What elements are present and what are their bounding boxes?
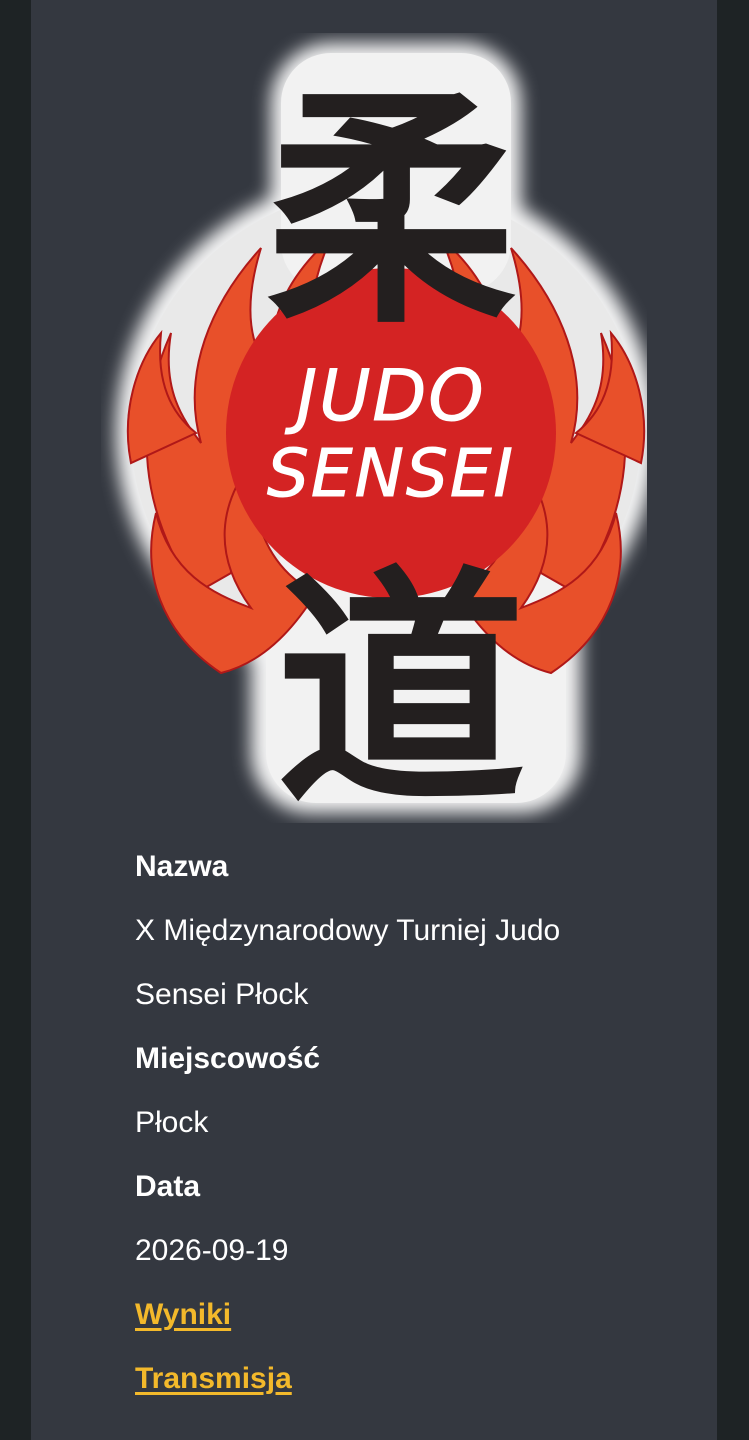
judo-sensei-logo: JUDO SENSEI 柔 道: [101, 33, 647, 823]
results-link[interactable]: Wyniki: [135, 1298, 231, 1331]
logo-text-judo: JUDO: [285, 355, 486, 437]
tournament-card: JUDO SENSEI 柔 道 Nazwa X Międzynarodowy T…: [31, 0, 717, 1440]
name-label: Nazwa: [135, 850, 229, 883]
logo-kanji-bottom: 道: [276, 546, 526, 823]
city-label: Miejscowość: [135, 1042, 321, 1075]
name-value-line2: Sensei Płock: [135, 978, 309, 1011]
tournament-details: Nazwa X Międzynarodowy Turniej Judo Sens…: [135, 835, 695, 1411]
logo-text-sensei: SENSEI: [267, 435, 515, 512]
date-value: 2026-09-19: [135, 1234, 289, 1267]
city-value: Płock: [135, 1106, 209, 1139]
page: JUDO SENSEI 柔 道 Nazwa X Międzynarodowy T…: [0, 0, 749, 1440]
logo-kanji-top: 柔: [266, 66, 516, 357]
date-label: Data: [135, 1170, 201, 1203]
name-value-line1: X Międzynarodowy Turniej Judo: [135, 914, 561, 947]
stream-link[interactable]: Transmisja: [135, 1362, 292, 1395]
